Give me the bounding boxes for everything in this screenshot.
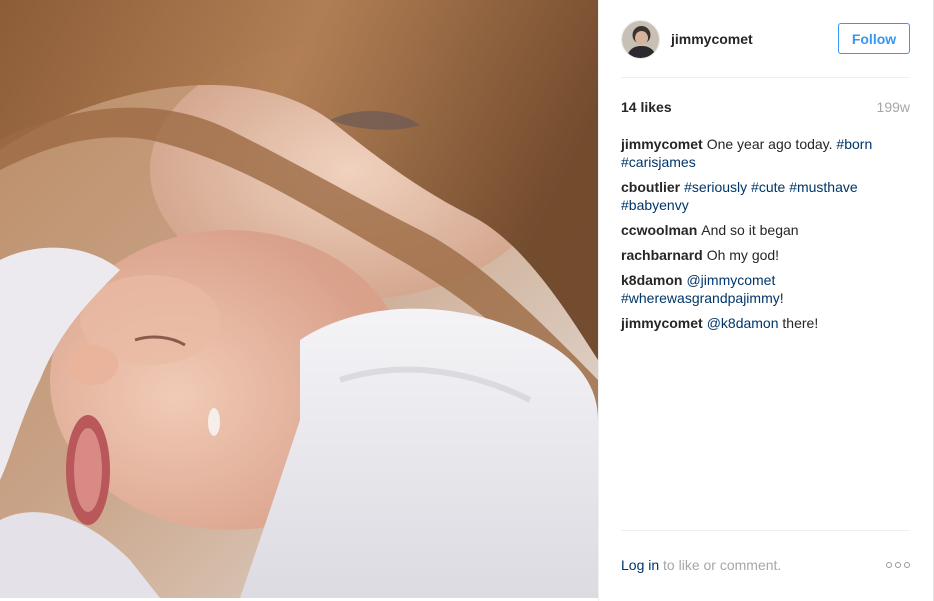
more-dot <box>895 562 901 568</box>
comment-author[interactable]: cboutlier <box>621 179 680 195</box>
likes-count[interactable]: 14 likes <box>621 99 672 115</box>
comment-item: rachbarnard Oh my god! <box>621 246 910 264</box>
follow-button[interactable]: Follow <box>838 23 910 54</box>
profile-photo-icon <box>622 20 659 58</box>
comment-author[interactable]: ccwoolman <box>621 222 697 238</box>
hashtag-link[interactable]: #born <box>836 136 872 152</box>
comment-author[interactable]: jimmycomet <box>621 315 703 331</box>
mention-link[interactable]: @k8damon <box>707 315 779 331</box>
post-sidebar: jimmycomet Follow 14 likes 199w jimmycom… <box>598 0 934 601</box>
photo-image <box>0 0 598 598</box>
more-dot <box>904 562 910 568</box>
comment-text: And so it began <box>701 222 799 238</box>
comment-author[interactable]: jimmycomet <box>621 136 703 152</box>
comment-text: Oh my god! <box>706 247 780 263</box>
comments-list: jimmycomet One year ago today. #born #car… <box>621 135 910 339</box>
instagram-post: jimmycomet Follow 14 likes 199w jimmycom… <box>0 0 934 601</box>
post-footer: Log in to like or comment. <box>621 555 910 575</box>
comment-text: ! <box>779 290 784 306</box>
post-header: jimmycomet Follow <box>621 17 910 61</box>
hashtag-link[interactable]: #seriously <box>684 179 747 195</box>
more-options-icon[interactable] <box>886 558 910 572</box>
hashtag-link[interactable]: #wherewasgrandpajimmy <box>621 290 780 306</box>
login-prompt: Log in to like or comment. <box>621 557 781 573</box>
login-prompt-text: to like or comment. <box>659 557 782 573</box>
comment-author[interactable]: rachbarnard <box>621 247 703 263</box>
comment-text: there! <box>778 315 819 331</box>
footer-divider <box>621 530 910 531</box>
comment-item: jimmycomet One year ago today. #born #car… <box>621 135 910 171</box>
likes-row: 14 likes 199w <box>621 98 910 116</box>
hashtag-link[interactable]: #cute <box>751 179 785 195</box>
comment-text: One year ago today. <box>706 136 837 152</box>
avatar[interactable] <box>621 19 660 59</box>
comment-item: jimmycomet @k8damon there! <box>621 314 910 332</box>
comment-item: k8damon @jimmycomet #wherewasgrandpajimmy… <box>621 271 910 307</box>
hashtag-link[interactable]: #babyenvy <box>621 197 689 213</box>
more-dot <box>886 562 892 568</box>
login-link[interactable]: Log in <box>621 557 659 573</box>
post-photo[interactable] <box>0 0 598 598</box>
comment-item: ccwoolman And so it began <box>621 221 910 239</box>
post-author-username[interactable]: jimmycomet <box>671 31 753 47</box>
hashtag-link[interactable]: #musthave <box>789 179 857 195</box>
header-divider <box>621 77 910 78</box>
comment-author[interactable]: k8damon <box>621 272 682 288</box>
mention-link[interactable]: @jimmycomet <box>686 272 775 288</box>
comment-item: cboutlier #seriously #cute #musthave #bab… <box>621 178 910 214</box>
post-age[interactable]: 199w <box>877 99 910 115</box>
hashtag-link[interactable]: #carisjames <box>621 154 696 170</box>
